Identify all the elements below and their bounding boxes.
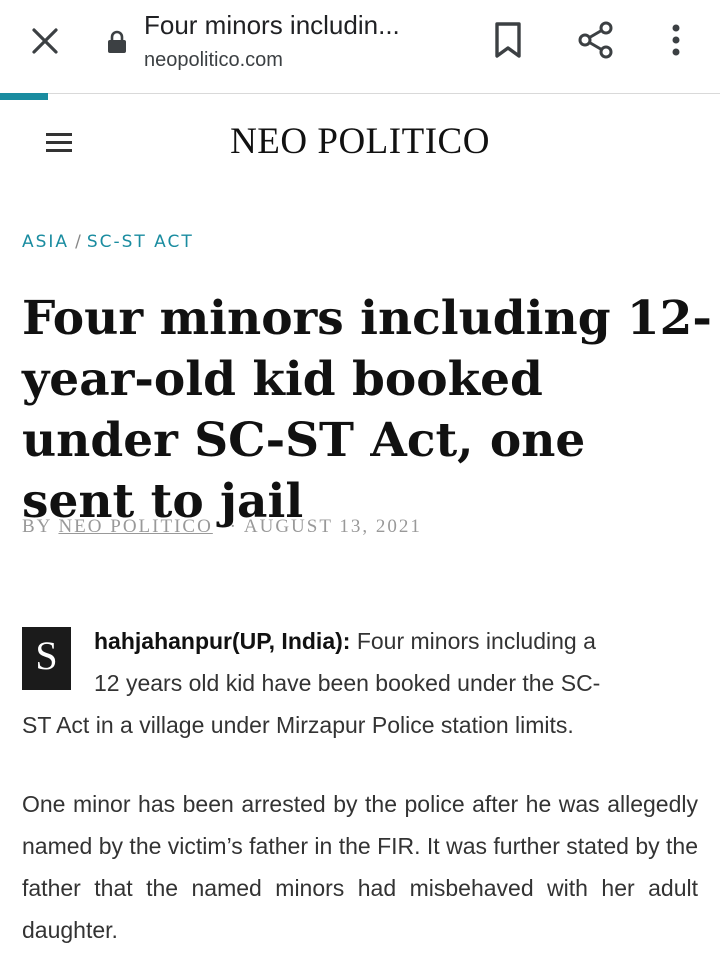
article-headline: Four minors including 12-year-old kid bo… bbox=[22, 291, 712, 529]
breadcrumb-separator: / bbox=[75, 232, 81, 252]
bookmark-icon[interactable] bbox=[490, 20, 526, 60]
page-load-progress-bar bbox=[0, 93, 49, 100]
lead-line-2: 12 years old kid have been booked under … bbox=[94, 670, 601, 696]
page-title[interactable]: Four minors includin... bbox=[144, 10, 400, 41]
byline-separator: · bbox=[229, 516, 238, 537]
breadcrumb-item-sc-st-act[interactable]: SC-ST ACT bbox=[87, 232, 194, 252]
body-paragraph: One minor has been arrested by the polic… bbox=[22, 791, 698, 943]
lock-icon bbox=[108, 30, 126, 53]
lead-line-3: ST Act in a village under Mirzapur Polic… bbox=[22, 712, 574, 738]
lead-line-1: hahjahanpur(UP, India): Four minors incl… bbox=[22, 620, 698, 662]
dateline: hahjahanpur(UP, India): bbox=[94, 628, 351, 654]
lead-line-1-text: Four minors including a bbox=[356, 628, 596, 654]
site-logo-title[interactable]: NEO POLITICO bbox=[0, 120, 720, 163]
url-domain[interactable]: neopolitico.com bbox=[144, 49, 283, 72]
browser-top-bar: Four minors includin... neopolitico.com bbox=[0, 0, 720, 94]
breadcrumb-item-asia[interactable]: ASIA bbox=[22, 232, 69, 252]
lead-paragraph: hahjahanpur(UP, India): Four minors incl… bbox=[22, 620, 698, 746]
close-icon[interactable] bbox=[28, 24, 62, 58]
publish-date: AUGUST 13, 2021 bbox=[243, 516, 422, 537]
byline-prefix: BY bbox=[22, 516, 52, 537]
share-icon[interactable] bbox=[576, 20, 616, 60]
article-byline: BY NEO POLITICO · AUGUST 13, 2021 bbox=[22, 516, 422, 538]
breadcrumb: ASIA / SC-ST ACT bbox=[22, 232, 194, 252]
more-options-icon[interactable] bbox=[664, 20, 688, 60]
author-link[interactable]: NEO POLITICO bbox=[58, 516, 212, 537]
